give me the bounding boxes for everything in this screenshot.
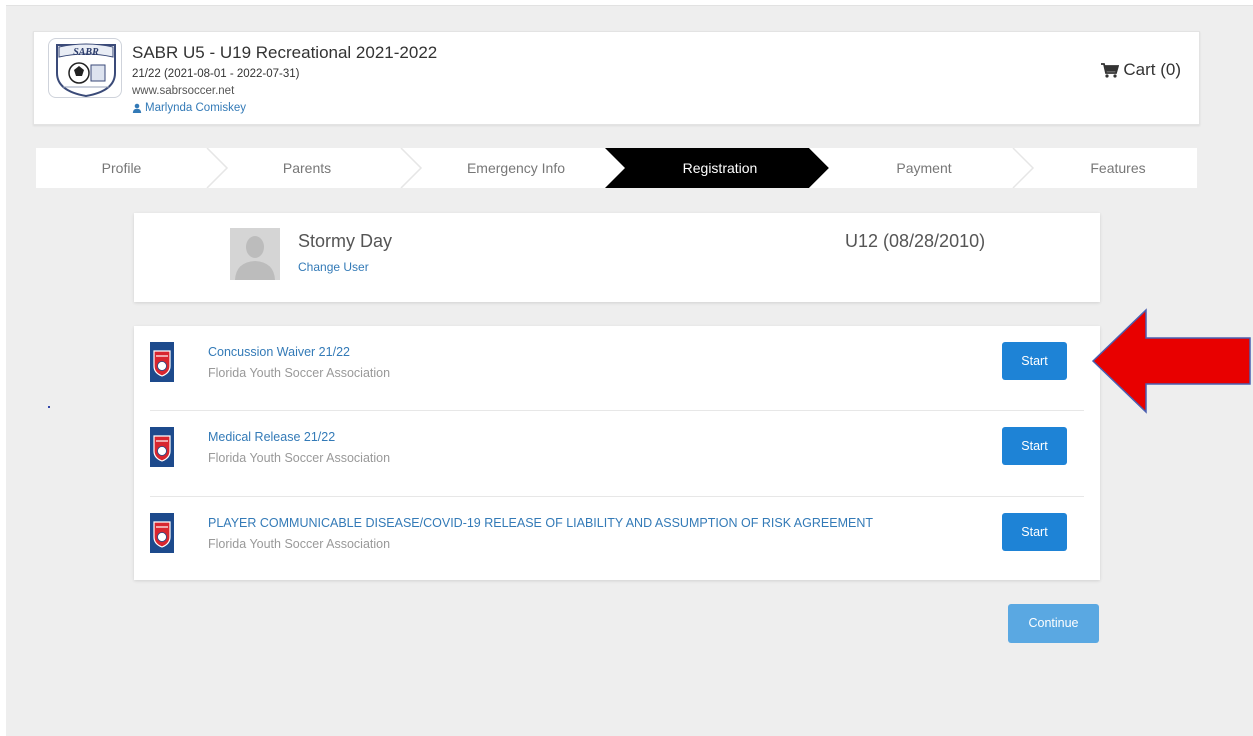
- cart-label: Cart (0): [1123, 60, 1181, 79]
- form-title-link[interactable]: Medical Release 21/22: [208, 430, 335, 444]
- form-row-covid-release: PLAYER COMMUNICABLE DISEASE/COVID-19 REL…: [150, 496, 1084, 580]
- change-user-link[interactable]: Change User: [298, 260, 369, 274]
- start-medical-release-button[interactable]: Start: [1002, 427, 1067, 465]
- form-title-link[interactable]: PLAYER COMMUNICABLE DISEASE/COVID-19 REL…: [208, 516, 873, 530]
- svg-text:SABR: SABR: [73, 47, 99, 58]
- start-covid-release-button[interactable]: Start: [1002, 513, 1067, 551]
- continue-button[interactable]: Continue: [1008, 604, 1099, 643]
- form-org: Florida Youth Soccer Association: [208, 537, 391, 551]
- default-avatar-icon: [230, 228, 280, 280]
- form-row-medical-release: Medical Release 21/22 Florida Youth Socc…: [150, 410, 1084, 494]
- window-top-edge: [0, 0, 1253, 6]
- window-left-edge: [0, 0, 6, 736]
- form-title-link[interactable]: Concussion Waiver 21/22: [208, 345, 350, 359]
- registration-steps: Profile Parents Emergency Info Registrat…: [36, 148, 1197, 188]
- step-emergency-info[interactable]: Emergency Info: [421, 148, 611, 188]
- account-user-link[interactable]: Marlynda Comiskey: [132, 102, 246, 114]
- avatar: [230, 228, 280, 280]
- season-dates: 21/22 (2021-08-01 - 2022-07-31): [132, 68, 300, 80]
- step-profile[interactable]: Profile: [36, 148, 207, 188]
- sabr-logo-icon: SABR: [56, 43, 116, 98]
- step-parents[interactable]: Parents: [207, 148, 407, 188]
- form-row-concussion-waiver: Concussion Waiver 21/22 Florida Youth So…: [150, 326, 1084, 410]
- fysa-crest-icon: [150, 513, 174, 553]
- user-icon: [132, 103, 142, 113]
- step-features[interactable]: Features: [1033, 148, 1203, 188]
- org-header-card: SABR SABR U5 - U19 Recreational 2021-202…: [33, 31, 1200, 125]
- org-website: www.sabrsoccer.net: [132, 85, 235, 97]
- player-age-group: U12 (08/28/2010): [845, 231, 986, 251]
- player-card: Stormy Day Change User U12 (08/28/2010): [134, 213, 1100, 302]
- cart-icon: [1101, 62, 1120, 78]
- player-name: Stormy Day: [298, 231, 393, 251]
- fysa-crest-icon: [150, 342, 174, 382]
- forms-list: Concussion Waiver 21/22 Florida Youth So…: [134, 326, 1100, 580]
- step-payment[interactable]: Payment: [829, 148, 1019, 188]
- red-arrow-icon: [1091, 308, 1251, 414]
- form-org: Florida Youth Soccer Association: [208, 451, 391, 465]
- cart-button[interactable]: Cart (0): [1101, 60, 1181, 80]
- form-org: Florida Youth Soccer Association: [208, 366, 391, 380]
- start-concussion-waiver-button[interactable]: Start: [1002, 342, 1067, 380]
- stray-dot: [48, 406, 50, 408]
- fysa-crest-icon: [150, 427, 174, 467]
- org-title: SABR U5 - U19 Recreational 2021-2022: [132, 43, 438, 62]
- account-user-name: Marlynda Comiskey: [145, 102, 246, 114]
- step-registration[interactable]: Registration: [625, 148, 815, 188]
- club-logo: SABR: [48, 38, 122, 98]
